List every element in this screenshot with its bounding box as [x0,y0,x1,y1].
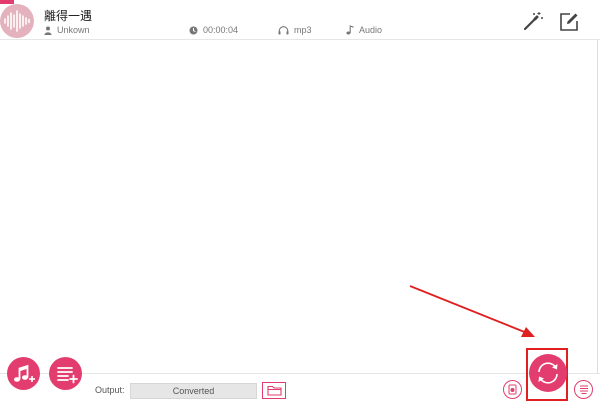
file-list-area[interactable] [0,41,600,373]
add-playlist-icon [56,366,78,383]
queue-icon [579,385,588,394]
folder-icon [266,385,282,396]
open-folder-button[interactable] [262,382,286,399]
output-label: Output: [95,385,125,395]
clock-icon [189,26,198,34]
panel-border [597,40,598,373]
track-title: 離得一遇 [44,9,93,23]
person-icon [44,26,52,35]
output-folder-field[interactable]: Converted [130,383,257,399]
add-playlist-button[interactable] [49,357,82,390]
track-duration-text: 00:00:04 [203,25,239,35]
music-note-icon [346,25,354,35]
thumbnail-marker [0,0,14,4]
track-format-text: mp3 [294,25,312,35]
audio-waveform-icon [0,4,34,38]
track-type: Audio [346,25,382,35]
add-music-icon [13,364,35,382]
convert-icon [538,362,558,384]
convert-button[interactable] [529,354,567,392]
queue-button[interactable] [574,380,593,399]
track-row[interactable]: 離得一遇 Unkown 00:00:04 mp3 Audio [0,0,600,40]
history-button[interactable] [503,380,522,399]
headphones-icon [278,25,289,34]
track-artist-text: Unkown [57,25,90,35]
track-type-text: Audio [359,25,383,35]
track-artist: Unkown [44,25,90,35]
edit-icon[interactable] [559,12,579,32]
track-duration: 00:00:04 [189,25,238,35]
add-music-button[interactable] [7,357,40,390]
track-format: mp3 [278,25,312,35]
history-icon [508,384,517,395]
magic-wand-icon[interactable] [522,11,544,31]
